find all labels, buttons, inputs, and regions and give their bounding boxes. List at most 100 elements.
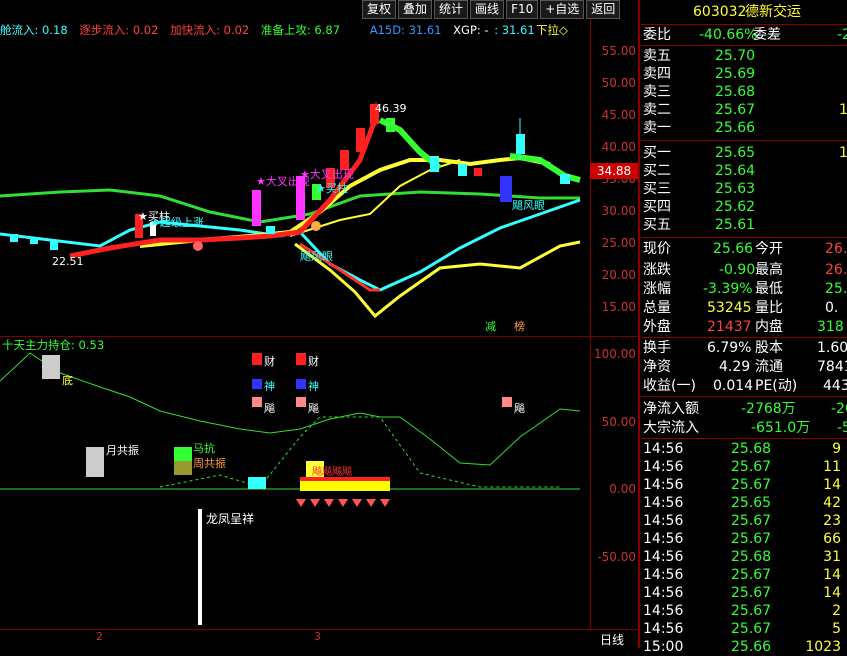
ask-label: 卖五 [643,48,671,64]
bar-block [86,447,104,477]
bid-label: 买五 [643,217,671,233]
bid-row: 买四 25.62 [641,198,847,216]
god-label: 神 [308,380,319,393]
bar-block [248,477,266,489]
tick-time: 14:56 [643,567,684,583]
upper-band-line [0,188,580,224]
bid-volume: 1 [839,145,847,161]
tick-volume: 5 [832,621,841,637]
period-selector[interactable]: 日线 [600,631,624,648]
bar-block [252,353,262,365]
high-price-label: 46.39 [375,102,407,115]
surge-label: 飚 [264,402,275,415]
price-tick: 55.00 [601,44,636,58]
bar-block [252,397,262,407]
stat-value: 26. [825,262,847,278]
ask-row: 卖三 25.68 [641,83,847,101]
tick-row: 14:56 25.67 5 [641,620,847,638]
indicator-tick: 0.00 [609,482,636,496]
stat-value: 25.66 [713,241,754,257]
signal-wind-eye: 飓风眼 [300,250,333,263]
stat-label: 外盘 [643,319,671,335]
tick-time: 14:56 [643,603,684,619]
order-ratio-row: 委比 -40.66% 委差 -2 [641,26,847,44]
fund-value: 0.014 [713,378,754,394]
ask-price: 25.70 [715,48,756,64]
tick-time: 14:56 [643,549,684,565]
indicator-chart[interactable] [0,337,590,629]
stat-label: 最低 [755,281,783,297]
bar-block [252,379,262,389]
fund-label: 股本 [755,340,783,356]
indicator-tick: 100.00 [594,347,636,361]
quote-panel: 603032 德新交运 委比 -40.66% 委差 -2 卖五 25.70 卖四… [641,0,847,655]
fundamental-row: 净资 4.29 流通 7841 [641,358,847,376]
month-resonance-label: 月共振 [106,444,139,457]
candle [474,168,482,176]
price-tick: 20.00 [601,268,636,282]
flow-extra: -20 [831,401,847,417]
bar-block [296,353,306,365]
order-ratio-label: 委比 [643,27,671,43]
tick-volume: 14 [823,567,841,583]
fund-label: 收益(一) [643,378,696,394]
bid-price: 25.65 [715,145,756,161]
date-tick: 2 [96,630,103,643]
tick-row: 14:56 25.65 42 [641,494,847,512]
tick-volume: 11 [823,459,841,475]
tick-time: 14:56 [643,531,684,547]
tick-volume: 1023 [805,639,841,655]
stat-label: 涨幅 [643,281,671,297]
tick-volume: 42 [823,495,841,511]
gem-icon [324,499,334,507]
chart-area[interactable]: 复权 叠加 统计 画线 F10 +自选 返回 舱流入: 0.18 逐步流入: 0… [0,0,640,648]
lower-band-line [298,198,581,292]
fund-label: 净资 [643,359,671,375]
ask-volume: 1 [839,102,847,118]
fund-value: 7841 [817,359,847,375]
bid-label: 买四 [643,199,671,215]
stat-value: -0.90 [719,262,756,278]
stat-label: 涨跌 [643,262,671,278]
bid-label: 买一 [643,145,671,161]
ask-label: 卖三 [643,84,671,100]
bid-row: 买二 25.64 [641,162,847,180]
tick-row: 14:56 25.67 23 [641,512,847,530]
tick-time: 15:00 [643,639,684,655]
flow-value: -2768万 [741,401,796,417]
ask-row: 卖五 25.70 [641,47,847,65]
stat-value: 21437 [707,319,752,335]
tick-price: 25.67 [731,531,772,547]
divider [641,337,847,338]
stat-row: 总量 53245 量比 0. [641,299,847,317]
candle [386,118,395,132]
tick-time: 14:56 [643,513,684,529]
order-ratio-value: -40.66% [699,27,758,43]
ask-label: 卖四 [643,66,671,82]
stock-name: 德新交运 [745,4,801,20]
bid-label: 买二 [643,163,671,179]
bid-label: 买三 [643,181,671,197]
tick-volume: 2 [832,603,841,619]
ask-row: 卖四 25.69 [641,65,847,83]
god-label: 神 [264,380,275,393]
bar-block [174,461,192,475]
reduce-marker: 减 [485,320,496,333]
surge-label: 飚 [308,402,319,415]
flow-label: 大宗流入 [643,420,699,436]
tick-volume: 31 [823,549,841,565]
price-chart[interactable] [0,0,590,336]
bid-price: 25.61 [715,217,756,233]
axis-separator [590,19,591,629]
ask-price: 25.69 [715,66,756,82]
fundamental-row: 收益(一) 0.014 PE(动) 443 [641,377,847,395]
tick-price: 25.67 [731,477,772,493]
ask-label: 卖一 [643,120,671,136]
stat-value: 0. [825,300,839,316]
tick-time: 14:56 [643,459,684,475]
tick-price: 25.67 [731,459,772,475]
tick-row: 14:56 25.67 11 [641,458,847,476]
price-tick: 50.00 [601,76,636,90]
order-diff-label: 委差 [753,27,781,43]
stat-value: -3.39% [703,281,753,297]
